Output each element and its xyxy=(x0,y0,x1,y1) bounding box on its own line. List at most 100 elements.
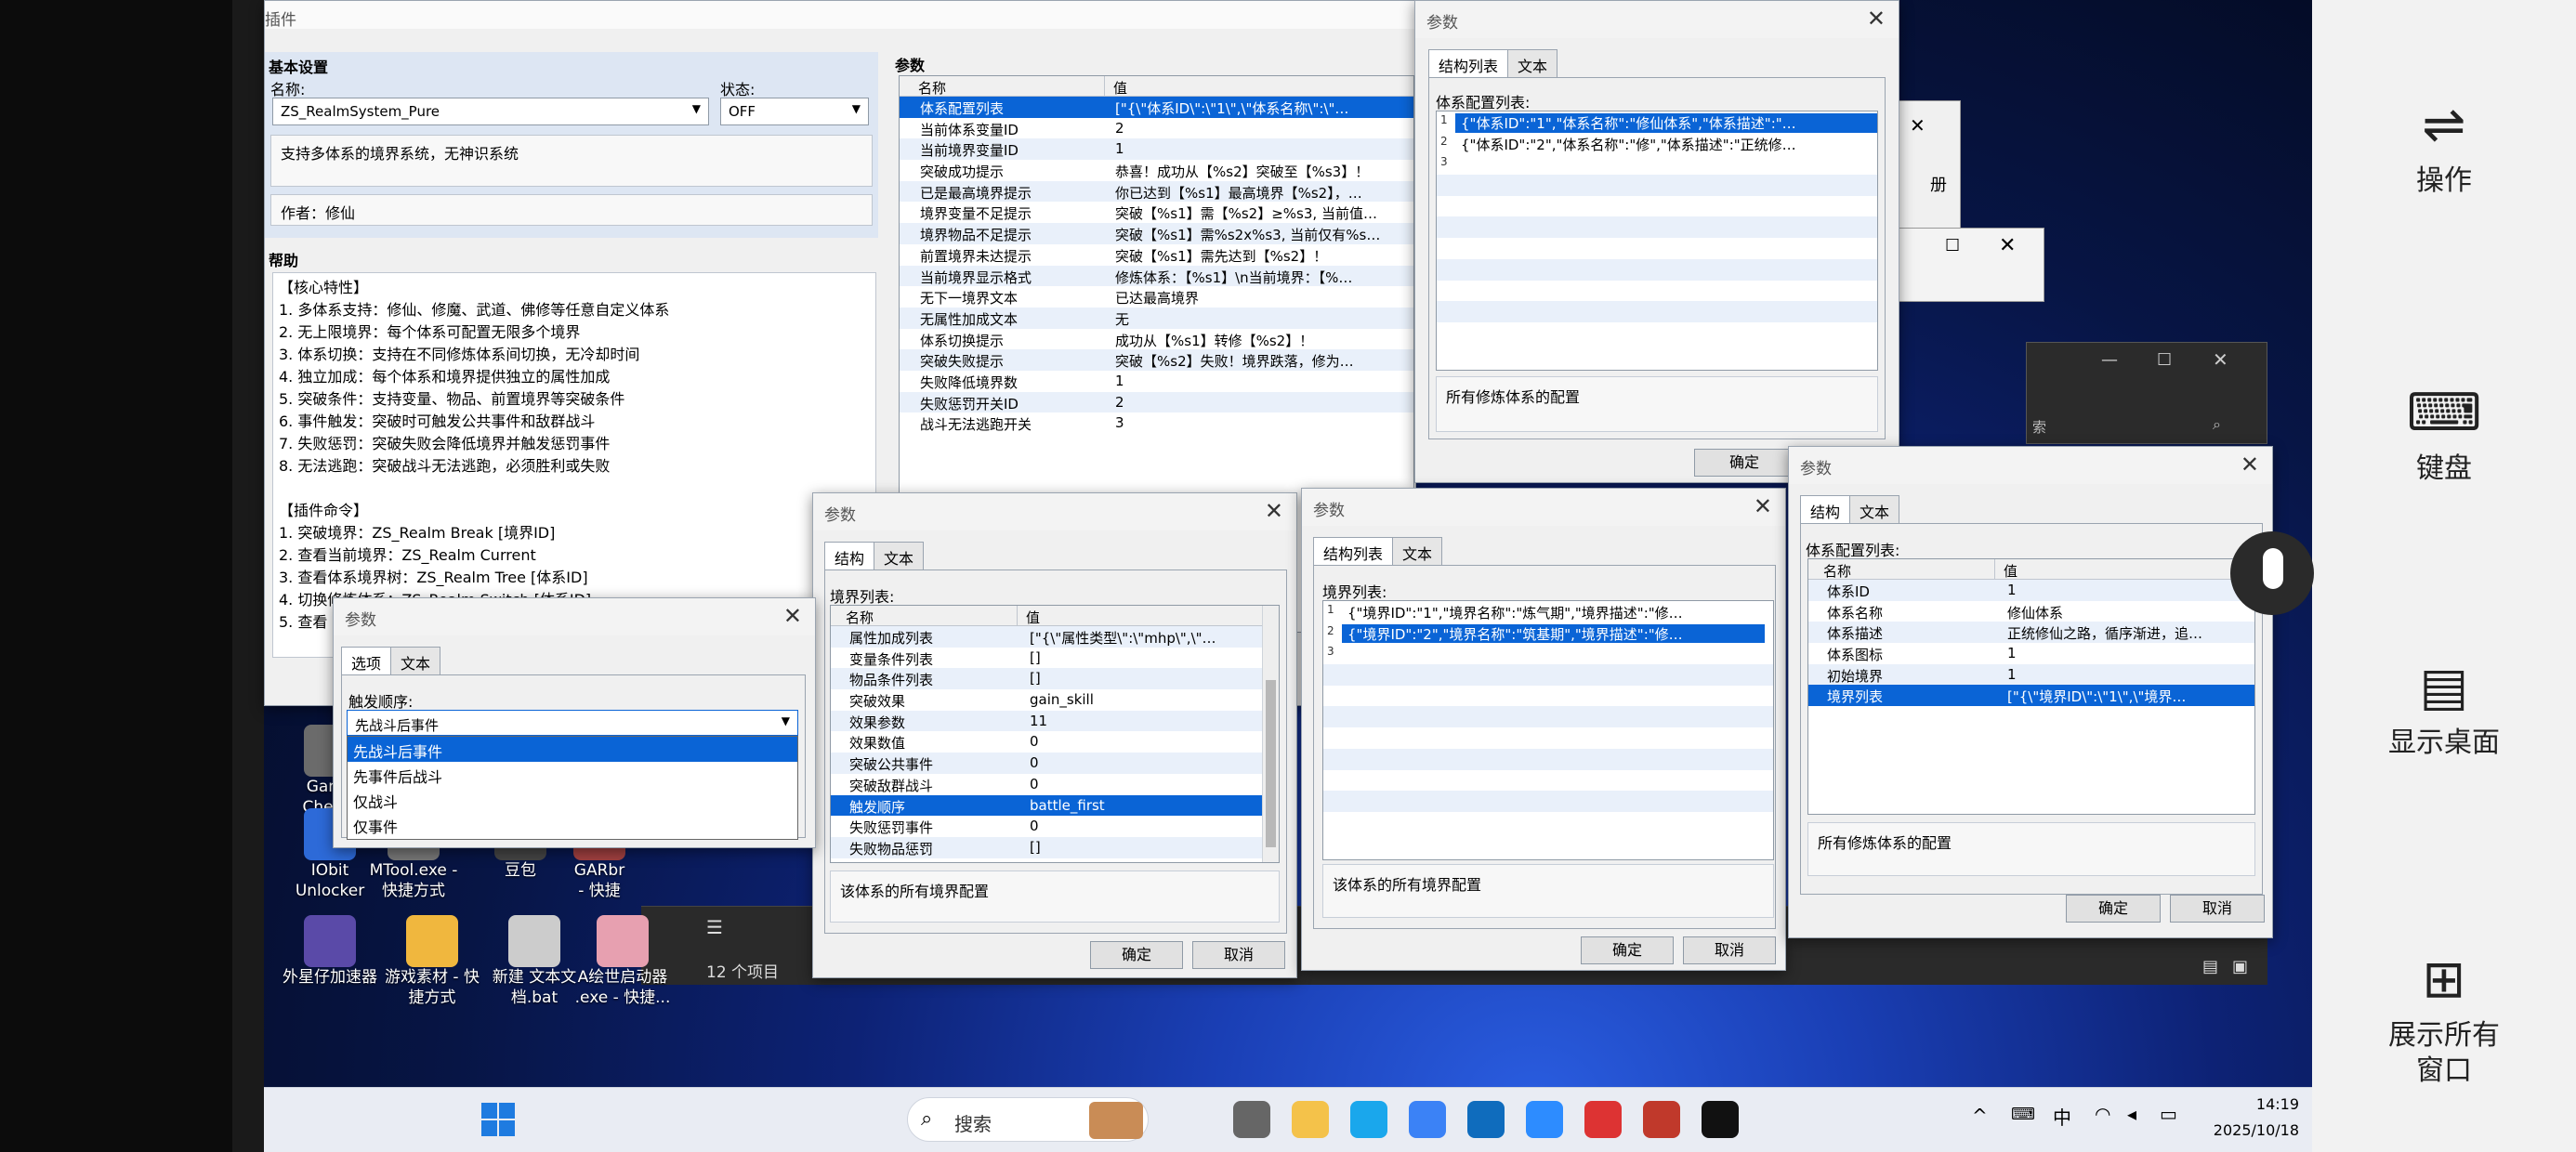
trigger-order-combo[interactable]: 先战斗后事件 ▼ xyxy=(347,710,798,736)
menu-icon[interactable]: ☰ xyxy=(706,916,723,938)
ok-button[interactable]: 确定 xyxy=(2066,895,2161,923)
table-row[interactable]: 失败惩罚事件 0 xyxy=(831,816,1262,837)
table-row[interactable]: 体系图标 1 xyxy=(1808,643,2254,664)
ok-button[interactable]: 确定 xyxy=(1090,941,1183,969)
cancel-button[interactable]: 取消 xyxy=(1683,936,1776,964)
game-app-icon[interactable] xyxy=(1643,1101,1680,1138)
maximize-icon[interactable]: ☐ xyxy=(2157,350,2172,370)
outlook-icon[interactable] xyxy=(1467,1101,1505,1138)
desktop-icon-game-assets[interactable]: 游戏素材 - 快捷方式 xyxy=(381,915,483,1008)
panel-item[interactable]: ⊞ 展示所有窗口 xyxy=(2312,948,2576,1089)
table-row[interactable]: 当前体系变量ID 2 xyxy=(900,118,1413,139)
status-combo[interactable]: OFF ▼ xyxy=(720,98,869,125)
table-row[interactable]: 突破公共事件 0 xyxy=(831,753,1262,774)
close-icon[interactable]: ✕ xyxy=(2241,452,2259,478)
close-icon[interactable]: ✕ xyxy=(1867,6,1886,32)
desktop-icon-launcher[interactable]: A绘世启动器 .exe - 快捷... xyxy=(572,915,674,1008)
table-row[interactable]: 变量条件列表 [] xyxy=(831,648,1262,669)
scrollbar[interactable] xyxy=(1262,606,1279,862)
clock-time[interactable]: 14:19 xyxy=(2225,1095,2299,1113)
start-button[interactable] xyxy=(480,1101,517,1138)
cancel-button[interactable]: 取消 xyxy=(1192,941,1285,969)
tab-struct-list[interactable]: 结构列表 xyxy=(1313,537,1394,565)
qq-icon[interactable] xyxy=(1702,1101,1739,1138)
list-item[interactable]: 3 xyxy=(1437,153,1877,176)
table-row[interactable]: 突破失败提示 突破【%s2】失败！境界跌落，修为… xyxy=(900,349,1413,371)
details-view-icon[interactable]: ▤ xyxy=(2202,957,2218,976)
table-row[interactable]: 物品条件列表 [] xyxy=(831,668,1262,690)
wifi-icon[interactable]: ◠ xyxy=(2095,1103,2110,1125)
tab-options[interactable]: 选项 xyxy=(341,647,392,674)
table-row[interactable]: 境界物品不足提示 突破【%s1】需%s2x%s3, 当前仅有%s… xyxy=(900,223,1413,244)
desktop-icon-accelerator[interactable]: 外星仔加速器 xyxy=(279,915,381,988)
search-icon[interactable]: ⌕ xyxy=(2213,415,2221,434)
ime-indicator[interactable]: 中 xyxy=(2053,1103,2071,1130)
table-row[interactable]: 体系切换提示 成功从【%s1】转修【%s2】！ xyxy=(900,329,1413,350)
table-row[interactable]: 战斗无法逃跑开关 3 xyxy=(900,412,1413,434)
tab-struct[interactable]: 结构 xyxy=(1800,495,1851,523)
dropdown-option[interactable]: 仅战斗 xyxy=(348,787,797,812)
tab-struct[interactable]: 结构 xyxy=(824,542,875,569)
table-row[interactable]: 无属性加成文本 无 xyxy=(900,307,1413,329)
plugin-name-combo[interactable]: ZS_RealmSystem_Pure ▼ xyxy=(272,98,709,125)
table-row[interactable]: 突破敌群战斗 0 xyxy=(831,774,1262,795)
table-row[interactable]: 突破效果 gain_skill xyxy=(831,689,1262,711)
list-item[interactable]: 1 {"境界ID":"1","境界名称":"炼气期","境界描述":"修… xyxy=(1323,601,1773,622)
table-row[interactable]: 突破成功提示 恭喜！成功从【%s2】突破至【%s3】！ xyxy=(900,160,1413,181)
table-row[interactable]: 前置境界未达提示 突破【%s1】需先达到【%s2】！ xyxy=(900,244,1413,266)
desktop-icon-bat[interactable]: 新建 文本文 档.bat xyxy=(483,915,585,1008)
table-row[interactable]: 失败降低境界数 1 xyxy=(900,371,1413,392)
list-item[interactable]: 3 xyxy=(1323,643,1773,665)
panel-item[interactable]: ▤ 显示桌面 xyxy=(2312,655,2576,761)
app-icon[interactable] xyxy=(1526,1101,1563,1138)
tab-text[interactable]: 文本 xyxy=(1507,49,1558,77)
close-icon[interactable]: ✕ xyxy=(1910,114,1925,137)
task-view-icon[interactable] xyxy=(1233,1101,1270,1138)
close-icon[interactable]: ✕ xyxy=(1754,493,1772,519)
chevron-up-icon[interactable]: ^ xyxy=(1972,1105,1988,1127)
table-row[interactable]: 体系配置列表 ["{\"体系ID\":\"1\",\"体系名称\":\"… xyxy=(900,97,1413,118)
mouse-mode-icon[interactable] xyxy=(2230,531,2314,615)
touch-keyboard-icon[interactable]: ⌨ xyxy=(2011,1105,2035,1124)
table-row[interactable]: 境界列表 ["{\"境界ID\":\"1\",\"境界… xyxy=(1808,685,2254,707)
tab-text[interactable]: 文本 xyxy=(1392,537,1443,565)
table-row[interactable]: 初始境界 1 xyxy=(1808,663,2254,686)
battery-icon[interactable]: ▭ xyxy=(2160,1103,2177,1125)
edge-icon[interactable] xyxy=(1350,1101,1387,1138)
list-item[interactable]: 1 {"体系ID":"1","体系名称":"修仙体系","体系描述":"… xyxy=(1437,111,1877,133)
table-row[interactable]: 体系名称 修仙体系 xyxy=(1808,601,2254,622)
table-row[interactable]: 体系ID 1 xyxy=(1808,580,2254,601)
table-row[interactable]: 体系描述 正统修仙之路，循序渐进，追… xyxy=(1808,622,2254,644)
close-icon[interactable]: ✕ xyxy=(2213,348,2228,371)
panel-item[interactable]: ⌨ 键盘 xyxy=(2312,381,2576,487)
panel-item[interactable]: ⇌ 操作 xyxy=(2312,93,2576,199)
list-item[interactable]: 2 {"体系ID":"2","体系名称":"修","体系描述":"正统修… xyxy=(1437,132,1877,154)
table-row[interactable]: 无下一境界文本 已达最高境界 xyxy=(900,286,1413,308)
tab-text[interactable]: 文本 xyxy=(874,542,925,569)
ok-button[interactable]: 确定 xyxy=(1694,449,1794,477)
store-icon[interactable] xyxy=(1409,1101,1446,1138)
table-row[interactable]: 当前境界变量ID 1 xyxy=(900,138,1413,161)
ok-button[interactable]: 确定 xyxy=(1581,936,1674,964)
table-row[interactable]: 失败物品惩罚 [] xyxy=(831,836,1262,858)
tiles-view-icon[interactable]: ▣ xyxy=(2232,957,2248,976)
list-item[interactable]: 2 {"境界ID":"2","境界名称":"筑基期","境界描述":"修… xyxy=(1323,622,1773,644)
taskbar-search[interactable]: ⌕ 搜索 xyxy=(907,1097,1149,1142)
close-icon[interactable]: ✕ xyxy=(1999,234,2016,257)
app-icon[interactable] xyxy=(1584,1101,1622,1138)
dropdown-option[interactable]: 仅事件 xyxy=(348,812,797,837)
close-icon[interactable]: ✕ xyxy=(1265,498,1283,524)
table-row[interactable]: 已是最高境界提示 你已达到【%s1】最高境界【%s2】，… xyxy=(900,180,1413,203)
maximize-icon[interactable]: ☐ xyxy=(1945,236,1960,255)
table-row[interactable]: 触发顺序 battle_first xyxy=(831,794,1262,817)
tab-text[interactable]: 文本 xyxy=(1849,495,1900,523)
close-icon[interactable]: ✕ xyxy=(783,603,802,629)
table-row[interactable]: 效果参数 11 xyxy=(831,710,1262,732)
table-row[interactable]: 境界变量不足提示 突破【%s1】需【%s2】≥%s3, 当前值… xyxy=(900,202,1413,223)
table-row[interactable]: 失败惩罚开关ID 2 xyxy=(900,391,1413,413)
table-row[interactable]: 效果数值 0 xyxy=(831,731,1262,753)
table-row[interactable]: 属性加成列表 ["{\"属性类型\":\"mhp\",\"… xyxy=(831,626,1262,648)
cancel-button[interactable]: 取消 xyxy=(2170,895,2265,923)
file-explorer-icon[interactable] xyxy=(1292,1101,1329,1138)
tab-struct-list[interactable]: 结构列表 xyxy=(1428,49,1509,77)
